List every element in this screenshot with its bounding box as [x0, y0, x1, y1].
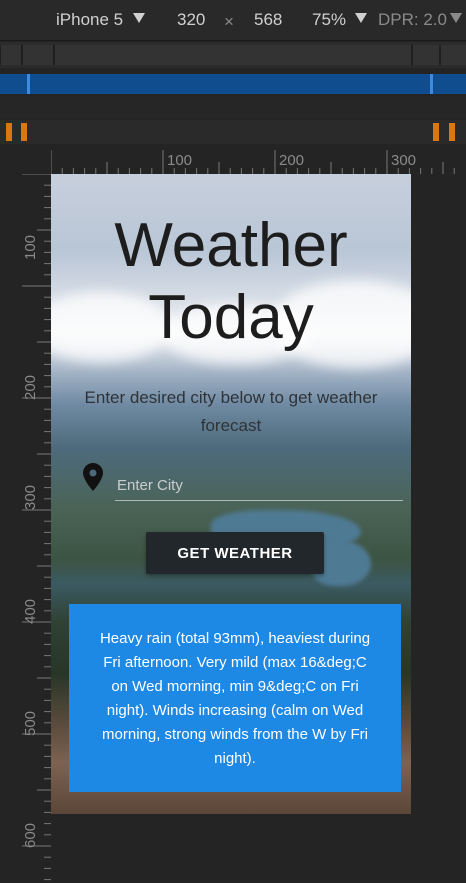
ruler-label: 300: [22, 484, 39, 510]
horizontal-ruler: 100 200 300: [51, 150, 466, 174]
vertical-ruler: 100 200 300 400 500 600: [22, 174, 51, 883]
title-line: Weather: [114, 211, 348, 280]
media-query-marker: [27, 74, 30, 94]
device-dropdown-icon[interactable]: [133, 13, 145, 23]
forecast-summary: Heavy rain (total 93mm), heaviest during…: [69, 604, 401, 792]
ruler-label: 200: [22, 374, 39, 400]
media-query-bar-min: [0, 96, 466, 118]
title-line: Today: [148, 283, 314, 352]
ruler-label: 400: [22, 598, 39, 624]
vertical-ruler-ticks: [22, 174, 51, 881]
ruler-label: 300: [391, 152, 417, 169]
media-query-bar-max: [0, 42, 466, 68]
dpr-select[interactable]: DPR: 2.0: [378, 10, 447, 30]
height-input[interactable]: 568: [254, 10, 282, 30]
devtools-device-mode: iPhone 5 320 × 568 75% DPR: 2.0 100 200 …: [0, 0, 466, 883]
media-query-marker: [430, 74, 433, 94]
ruler-label: 100: [22, 234, 39, 260]
media-query-segment[interactable]: [54, 45, 412, 65]
orange-marker[interactable]: [433, 123, 439, 141]
device-select[interactable]: iPhone 5: [56, 10, 123, 30]
media-query-segment[interactable]: [412, 45, 440, 65]
orange-marker[interactable]: [6, 123, 12, 141]
orange-marker[interactable]: [21, 123, 27, 141]
media-query-segment[interactable]: [0, 45, 22, 65]
zoom-select[interactable]: 75%: [312, 10, 346, 30]
city-input[interactable]: [115, 470, 403, 501]
media-query-segment[interactable]: [440, 45, 466, 65]
device-toolbar: iPhone 5 320 × 568 75% DPR: 2.0: [0, 0, 466, 41]
ruler-label: 100: [167, 152, 193, 169]
media-query-segment[interactable]: [22, 45, 54, 65]
media-query-bar-orange: [0, 120, 466, 144]
ruler-label: 500: [22, 710, 39, 736]
orange-marker[interactable]: [449, 123, 455, 141]
media-query-bar-minmax[interactable]: [0, 74, 466, 94]
dimension-separator: ×: [224, 12, 234, 31]
zoom-dropdown-icon[interactable]: [355, 13, 367, 23]
ruler-label: 600: [22, 822, 39, 848]
page-title: Weather Today: [51, 210, 411, 354]
dpr-dropdown-icon[interactable]: [450, 13, 462, 23]
map-pin-icon: [83, 463, 103, 491]
device-viewport: Weather Today Enter desired city below t…: [51, 174, 411, 814]
ruler-label: 200: [279, 152, 305, 169]
page-subtitle: Enter desired city below to get weather …: [84, 388, 378, 435]
width-input[interactable]: 320: [177, 10, 205, 30]
get-weather-button[interactable]: GET WEATHER: [146, 532, 324, 574]
